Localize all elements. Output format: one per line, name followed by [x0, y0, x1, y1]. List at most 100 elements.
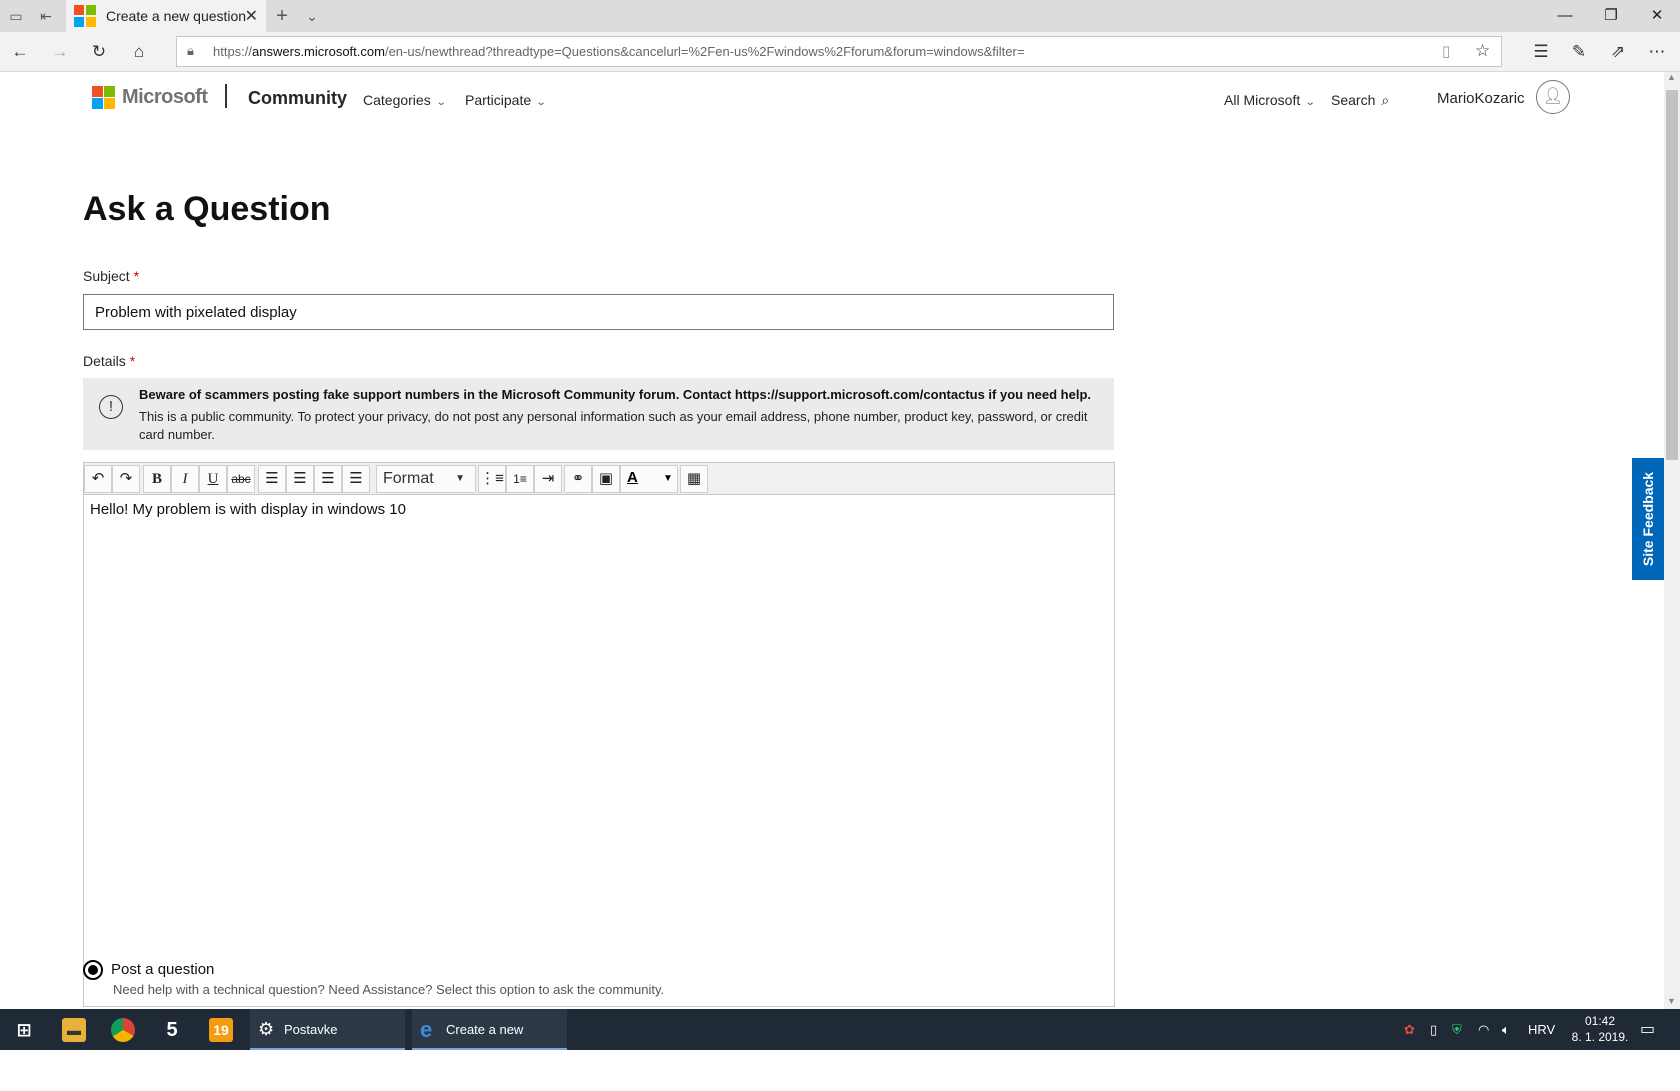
- home-icon[interactable]: ⌂: [128, 41, 150, 63]
- details-label: Details *: [83, 353, 136, 369]
- header-divider: [225, 84, 227, 108]
- scrollbar-thumb[interactable]: [1666, 90, 1678, 460]
- bold-icon[interactable]: B: [143, 465, 171, 493]
- restore-icon[interactable]: ❐: [1588, 0, 1634, 32]
- tab-strip: ▭ ⇤ Create a new question c ✕ + ⌄ — ❐ ✕: [0, 0, 1680, 32]
- settings-gear-icon: ⚙: [258, 1019, 275, 1039]
- taskbar: ⊞ ▬ 5 19 ⚙ Postavke e Create a new quest…: [0, 1009, 1680, 1078]
- link-icon[interactable]: ⚭: [564, 465, 592, 493]
- tab-active[interactable]: Create a new question c ✕: [66, 0, 266, 32]
- justify-icon[interactable]: ☰: [342, 465, 370, 493]
- share-icon[interactable]: ⇗: [1607, 41, 1629, 63]
- clock[interactable]: 01:42 8. 1. 2019.: [1560, 1013, 1640, 1045]
- security-shield-icon[interactable]: ⛨: [1452, 1009, 1462, 1050]
- volume-icon[interactable]: 🔈︎: [1502, 1009, 1510, 1050]
- categories-menu[interactable]: Categories ⌄: [363, 92, 447, 108]
- text-color-button[interactable]: A ▼: [620, 465, 678, 493]
- strikethrough-icon[interactable]: abc: [227, 465, 255, 493]
- back-icon[interactable]: ←: [9, 41, 31, 63]
- search-button[interactable]: Search ⌕: [1331, 92, 1389, 109]
- taskbar-settings[interactable]: ⚙ Postavke: [250, 1009, 405, 1050]
- site-feedback-tab[interactable]: Site Feedback: [1632, 458, 1664, 580]
- tab-close-icon[interactable]: ✕: [245, 6, 258, 26]
- file-explorer-icon[interactable]: ▬: [62, 1018, 86, 1042]
- refresh-icon[interactable]: ↻: [88, 41, 110, 63]
- reading-view-icon[interactable]: ▯: [1442, 42, 1450, 60]
- privacy-notice: ! Beware of scammers posting fake suppor…: [83, 378, 1114, 450]
- redo-icon[interactable]: ↷: [112, 465, 140, 493]
- align-center-icon[interactable]: ☰: [286, 465, 314, 493]
- taskbar-edge[interactable]: e Create a new questi...: [412, 1009, 567, 1078]
- subject-label: Subject *: [83, 268, 140, 284]
- bulleted-list-icon[interactable]: ⋮≡: [478, 465, 506, 493]
- italic-icon[interactable]: I: [171, 465, 199, 493]
- notice-text: This is a public community. To protect y…: [139, 409, 1088, 442]
- action-center-icon[interactable]: ▭: [1640, 1009, 1655, 1050]
- address-bar[interactable]: 🔒︎ https://answers.microsoft.com/en-us/n…: [176, 36, 1502, 67]
- scroll-down-icon[interactable]: ▼: [1667, 996, 1676, 1006]
- clock-date: 8. 1. 2019.: [1571, 1030, 1629, 1044]
- chrome-icon[interactable]: [111, 1018, 135, 1042]
- microsoft-logo-icon: [92, 86, 115, 109]
- forward-icon[interactable]: →: [49, 41, 71, 63]
- format-select[interactable]: Format ▼: [376, 465, 476, 493]
- favorites-hub-icon[interactable]: ☰: [1530, 41, 1552, 63]
- underline-icon[interactable]: U: [199, 465, 227, 493]
- microsoft-logo[interactable]: Microsoft: [92, 86, 208, 109]
- web-note-icon[interactable]: ✎: [1568, 41, 1590, 63]
- wifi-icon[interactable]: ◠: [1478, 1009, 1489, 1050]
- new-tab-icon[interactable]: +: [272, 6, 292, 26]
- align-right-icon[interactable]: ☰: [314, 465, 342, 493]
- tab-preview-icon[interactable]: ▭: [6, 6, 26, 26]
- close-window-icon[interactable]: ✕: [1634, 0, 1680, 32]
- editor-content[interactable]: Hello! My problem is with display in win…: [90, 501, 406, 518]
- avatar[interactable]: 👤︎: [1536, 80, 1570, 114]
- image-icon[interactable]: ▣: [592, 465, 620, 493]
- editor-toolbar: ↶ ↷ B I U abc ☰ ☰ ☰ ☰ Format ▼ ⋮≡ 1≡ ⇥ ⚭ …: [84, 463, 1114, 495]
- numbered-list-icon[interactable]: 1≡: [506, 465, 534, 493]
- minimize-icon[interactable]: —: [1542, 0, 1588, 32]
- scroll-up-icon[interactable]: ▲: [1667, 72, 1676, 82]
- chevron-down-icon: ⌄: [435, 97, 447, 108]
- tray-app-icon[interactable]: ✿: [1404, 1009, 1415, 1050]
- more-icon[interactable]: ⋯: [1646, 41, 1668, 63]
- page-scrollbar[interactable]: ▲ ▼: [1664, 72, 1680, 1009]
- edge-icon: e: [420, 1017, 433, 1042]
- tab-list-chevron-icon[interactable]: ⌄: [302, 6, 322, 26]
- chevron-down-icon: ⌄: [1304, 97, 1316, 108]
- subject-input[interactable]: [83, 294, 1114, 330]
- battery-icon[interactable]: ▯: [1430, 1009, 1437, 1050]
- post-question-label[interactable]: Post a question: [111, 961, 214, 978]
- lock-icon: 🔒︎: [187, 43, 194, 58]
- post-question-description: Need help with a technical question? Nee…: [113, 982, 665, 997]
- all-microsoft-menu[interactable]: All Microsoft ⌄: [1224, 92, 1316, 108]
- clock-time: 01:42: [1584, 1014, 1616, 1028]
- web-page: Microsoft Community Categories ⌄ Particip…: [0, 72, 1664, 1009]
- app-19-icon[interactable]: 19: [209, 1018, 233, 1042]
- page-title: Ask a Question: [83, 190, 331, 228]
- tab-title: Create a new question c: [106, 8, 246, 24]
- post-question-radio[interactable]: [83, 960, 103, 980]
- microsoft-brand: Microsoft: [122, 86, 208, 108]
- indent-icon[interactable]: ⇥: [534, 465, 562, 493]
- favorite-star-icon[interactable]: ☆: [1475, 41, 1490, 61]
- info-icon: !: [99, 395, 123, 419]
- align-left-icon[interactable]: ☰: [258, 465, 286, 493]
- username[interactable]: MarioKozaric: [1437, 90, 1525, 107]
- community-link[interactable]: Community: [248, 88, 347, 109]
- participate-menu[interactable]: Participate ⌄: [465, 92, 547, 108]
- text-color-icon: A: [627, 469, 638, 486]
- tab-favicon-icon: [74, 5, 96, 27]
- windows-start-icon[interactable]: ⊞: [12, 1018, 36, 1042]
- table-icon[interactable]: ▦: [680, 465, 708, 493]
- url-text: https://answers.microsoft.com/en-us/newt…: [213, 44, 1025, 59]
- chevron-down-icon: ⌄: [535, 97, 547, 108]
- undo-icon[interactable]: ↶: [84, 465, 112, 493]
- search-icon: ⌕: [1381, 92, 1390, 108]
- dropdown-arrow-icon: ▼: [455, 473, 465, 484]
- rich-text-editor: ↶ ↷ B I U abc ☰ ☰ ☰ ☰ Format ▼ ⋮≡ 1≡ ⇥ ⚭ …: [83, 462, 1115, 1007]
- app-5-icon[interactable]: 5: [160, 1018, 184, 1042]
- notice-warning: Beware of scammers posting fake support …: [139, 387, 1091, 402]
- set-tabs-aside-icon[interactable]: ⇤: [36, 6, 56, 26]
- language-indicator[interactable]: HRV: [1528, 1009, 1555, 1050]
